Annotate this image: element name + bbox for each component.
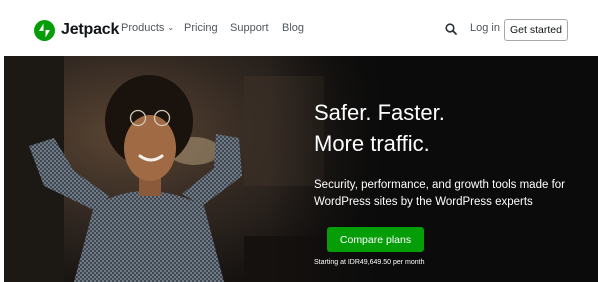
- nav-item-products[interactable]: Products ⌄: [121, 22, 174, 34]
- search-icon[interactable]: [444, 22, 458, 36]
- jetpack-bolt-icon: [34, 19, 55, 41]
- brand-name: Jetpack: [61, 21, 120, 38]
- hero-headline-line-1: Safer. Faster.: [314, 100, 445, 125]
- hero-banner: Safer. Faster. More traffic. Security, p…: [4, 56, 598, 282]
- nav-item-support[interactable]: Support: [230, 22, 269, 34]
- nav-item-pricing[interactable]: Pricing: [184, 22, 218, 34]
- starting-price-note: Starting at IDR49,649.50 per month: [314, 259, 425, 266]
- jetpack-logo[interactable]: Jetpack: [34, 19, 119, 41]
- compare-plans-button[interactable]: Compare plans: [327, 227, 424, 252]
- hero-headline: Safer. Faster. More traffic.: [314, 97, 445, 159]
- top-navigation: Jetpack Products ⌄ Pricing Support Blog L…: [0, 0, 598, 56]
- nav-item-blog[interactable]: Blog: [282, 22, 304, 34]
- nav-item-products-label: Products: [121, 22, 165, 34]
- hero-headline-line-2: More traffic.: [314, 131, 430, 156]
- chevron-down-icon: ⌄: [167, 23, 175, 32]
- hero-description: Security, performance, and growth tools …: [314, 179, 565, 208]
- get-started-button[interactable]: Get started: [504, 19, 568, 41]
- login-link[interactable]: Log in: [470, 22, 500, 34]
